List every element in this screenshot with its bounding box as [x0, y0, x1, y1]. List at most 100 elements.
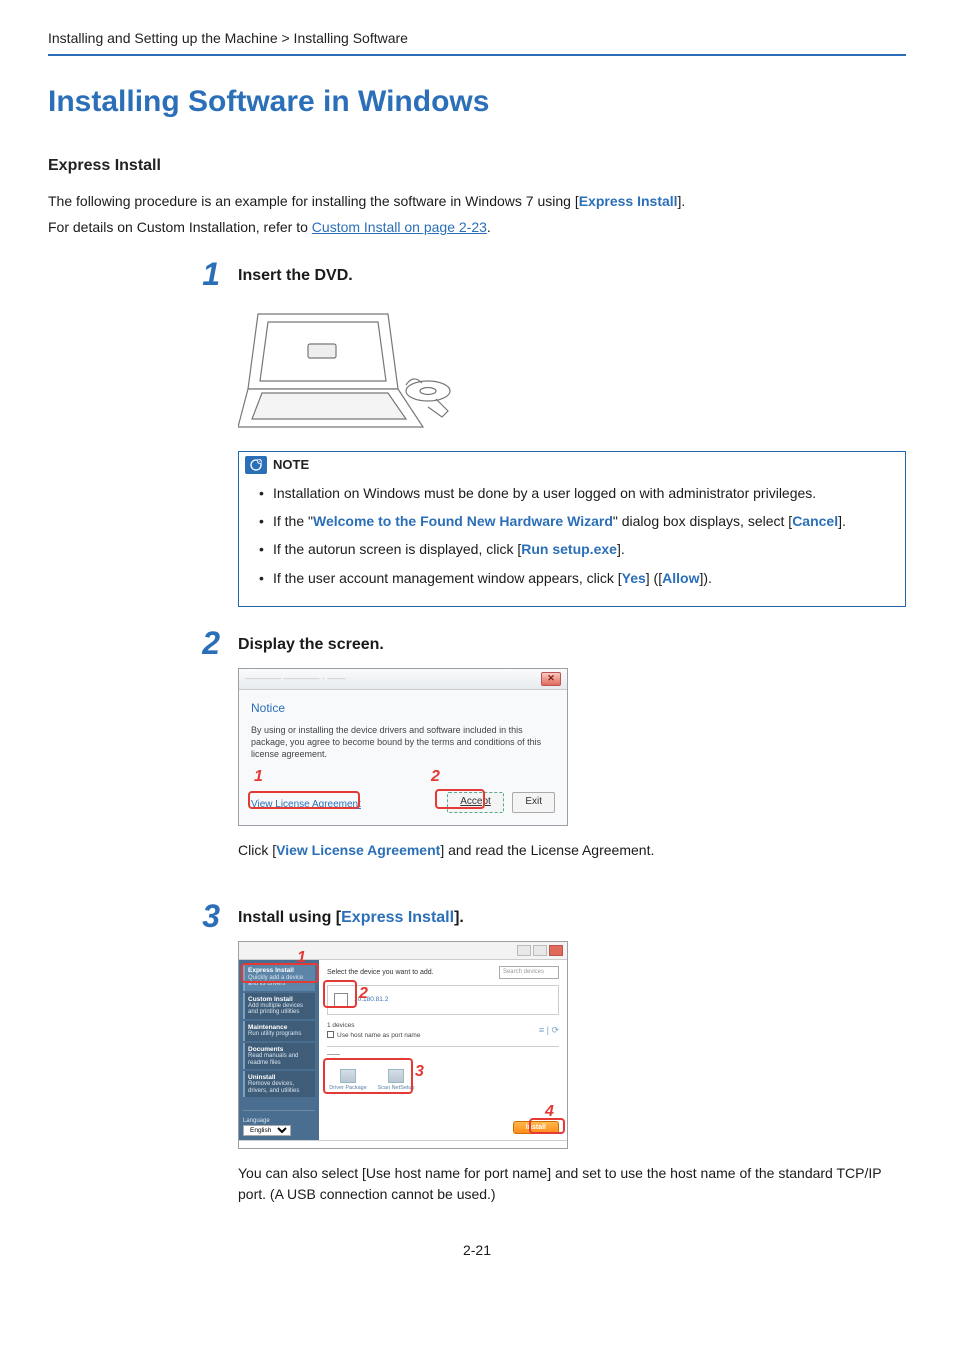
screenshot-notice-dialog: ———— ———— · —— ✕ Notice By using or inst…	[238, 668, 568, 826]
dialog-body-text: By using or installing the device driver…	[251, 725, 555, 760]
sidebar-item-title: Custom Install	[248, 996, 312, 1003]
text: If the autorun screen is displayed, clic…	[273, 541, 521, 557]
text: ].	[617, 541, 625, 557]
callout-highlight	[435, 789, 485, 809]
dialog-titlebar: ———— ———— · —— ✕	[239, 669, 567, 690]
page-number: 2-21	[48, 1240, 906, 1260]
step-1: 1 Insert the DVD.	[48, 258, 906, 607]
sidebar-item-title: Documents	[248, 1046, 312, 1053]
checkbox-label: Use host name as port name	[337, 1032, 420, 1039]
step-number: 2	[202, 625, 220, 661]
step-number: 1	[202, 256, 220, 292]
text: ]).	[699, 570, 711, 586]
inline-bold: Allow	[662, 570, 699, 586]
page-title: Installing Software in Windows	[48, 80, 906, 124]
step-title: Display the screen.	[238, 633, 906, 656]
sidebar-item-uninstall[interactable]: Uninstall Remove devices, drivers, and u…	[243, 1071, 315, 1097]
note-list: Installation on Windows must be done by …	[239, 483, 905, 588]
sidebar-item-title: Uninstall	[248, 1074, 312, 1081]
text: .	[487, 219, 491, 235]
text: Install using [	[238, 909, 341, 926]
close-icon[interactable]	[549, 945, 563, 956]
divider	[48, 54, 906, 56]
text: ].	[678, 193, 686, 209]
text: If the user account management window ap…	[273, 570, 622, 586]
info-icon	[245, 456, 267, 474]
inline-bold: Run setup.exe	[521, 541, 617, 557]
note-item: If the "Welcome to the Found New Hardwar…	[259, 511, 891, 531]
inline-bold: Welcome to the Found New Hardware Wizard	[313, 513, 613, 529]
sidebar-item-title: Maintenance	[248, 1024, 312, 1031]
inline-bold: Express Install	[579, 193, 678, 209]
sidebar-item-documents[interactable]: Documents Read manuals and readme files	[243, 1043, 315, 1069]
text: ].	[454, 909, 464, 926]
callout-highlight	[241, 963, 319, 983]
text: The following procedure is an example fo…	[48, 193, 579, 209]
language-select[interactable]: English	[243, 1125, 291, 1136]
figure-laptop-dvd	[238, 299, 468, 439]
callout-number: 4	[545, 1100, 554, 1123]
inline-bold: Express Install	[341, 909, 454, 926]
step-caption: You can also select [Use host name for p…	[238, 1163, 906, 1204]
note-box: NOTE Installation on Windows must be don…	[238, 451, 906, 607]
intro-paragraph-1: The following procedure is an example fo…	[48, 191, 906, 211]
maximize-icon[interactable]	[533, 945, 547, 956]
step-body: Insert the DVD.	[238, 258, 906, 607]
sidebar-language: Language English	[243, 1110, 315, 1137]
text: For details on Custom Installation, refe…	[48, 219, 312, 235]
intro-paragraph-2: For details on Custom Installation, refe…	[48, 217, 906, 237]
note-item: If the autorun screen is displayed, clic…	[259, 539, 891, 559]
note-label: NOTE	[273, 456, 309, 475]
text: " dialog box displays, select [	[613, 513, 792, 529]
callout-number: 2	[431, 765, 440, 788]
callout-number: 1	[254, 765, 263, 788]
screenshot-installer-window: Express Install Quickly add a device and…	[238, 941, 568, 1149]
sidebar-item-subtitle: Add multiple devices and printing utilit…	[248, 1003, 303, 1016]
close-icon[interactable]: ✕	[541, 672, 561, 686]
installer-sidebar: Express Install Quickly add a device and…	[239, 960, 319, 1140]
sidebar-item-custom-install[interactable]: Custom Install Add multiple devices and …	[243, 993, 315, 1019]
step-number-cell: 2	[48, 627, 238, 661]
text: Click [	[238, 842, 276, 858]
note-item: Installation on Windows must be done by …	[259, 483, 891, 503]
callout-number: 3	[415, 1060, 424, 1083]
inline-bold: View License Agreement	[276, 842, 440, 858]
dialog-heading: Notice	[251, 700, 555, 717]
exit-button[interactable]: Exit	[512, 792, 555, 813]
callout-number: 1	[297, 946, 306, 969]
step-title: Install using [Express Install].	[238, 906, 906, 929]
link-custom-install[interactable]: Custom Install on page 2-23	[312, 219, 487, 235]
text: ].	[838, 513, 846, 529]
select-device-label: Select the device you want to add.	[327, 968, 434, 978]
sidebar-item-maintenance[interactable]: Maintenance Run utility programs	[243, 1021, 315, 1041]
toolbar-icons: ≡ | ⟳	[539, 1024, 559, 1037]
text: If the "	[273, 513, 313, 529]
device-count: 1 devices	[327, 1022, 354, 1029]
breadcrumb: Installing and Setting up the Machine > …	[48, 28, 906, 48]
sidebar-item-subtitle: Run utility programs	[248, 1031, 301, 1037]
callout-highlight	[323, 980, 357, 1008]
step-body: Install using [Express Install]. Express…	[238, 900, 906, 1210]
search-input[interactable]: Search devices	[499, 966, 559, 979]
step-number-cell: 1	[48, 258, 238, 292]
note-header: NOTE	[239, 452, 905, 479]
step-number: 3	[202, 898, 220, 934]
note-item: If the user account management window ap…	[259, 568, 891, 588]
callout-highlight	[323, 1058, 413, 1094]
window-titlebar	[239, 942, 567, 960]
step-3: 3 Install using [Express Install]. Expre…	[48, 900, 906, 1210]
sidebar-item-subtitle: Remove devices, drivers, and utilities	[248, 1081, 299, 1094]
step-number-cell: 3	[48, 900, 238, 934]
callout-highlight	[248, 791, 360, 809]
step-caption: Click [View License Agreement] and read …	[238, 840, 906, 860]
step-2: 2 Display the screen. ———— ———— · —— ✕ N…	[48, 627, 906, 866]
step-title: Insert the DVD.	[238, 264, 906, 287]
language-label: Language	[243, 1117, 315, 1126]
step-body: Display the screen. ———— ———— · —— ✕ Not…	[238, 627, 906, 866]
checkbox-host-name[interactable]	[327, 1031, 334, 1038]
section-heading-express-install: Express Install	[48, 154, 906, 177]
window-footer	[239, 1140, 567, 1148]
inline-bold: Cancel	[792, 513, 838, 529]
text: ] and read the License Agreement.	[440, 842, 654, 858]
minimize-icon[interactable]	[517, 945, 531, 956]
